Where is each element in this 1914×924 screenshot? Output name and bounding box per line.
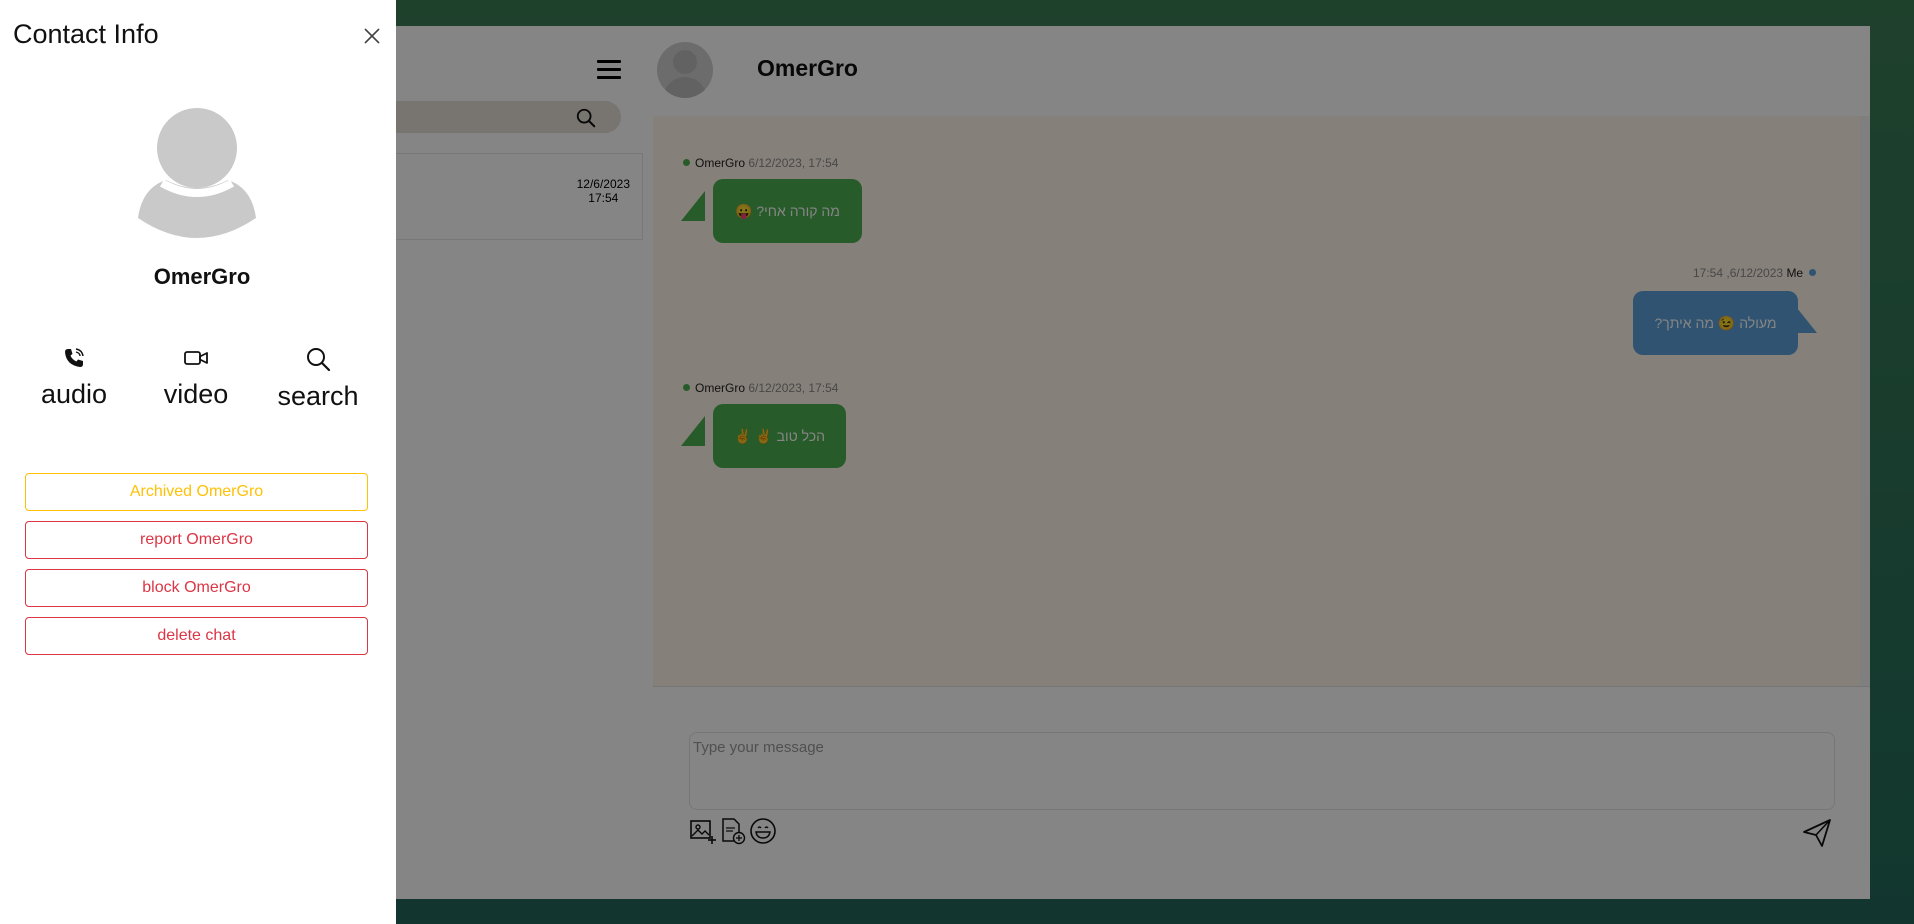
video-label: video	[163, 379, 229, 409]
archive-contact-button[interactable]: Archived OmerGro	[25, 473, 368, 511]
search-label: search	[277, 381, 359, 411]
search-icon	[307, 348, 331, 372]
report-contact-button[interactable]: report OmerGro	[25, 521, 368, 559]
audio-label: audio	[40, 379, 108, 409]
video-call-action[interactable]: video	[146, 346, 246, 410]
contact-name: OmerGro	[153, 264, 251, 289]
close-icon[interactable]	[360, 24, 384, 48]
delete-chat-button[interactable]: delete chat	[25, 617, 368, 655]
search-action[interactable]: search	[268, 346, 368, 412]
contact-avatar-large	[138, 108, 256, 238]
audio-call-action[interactable]: audio	[24, 346, 124, 410]
video-camera-icon	[184, 351, 208, 365]
contact-info-drawer: Contact Info OmerGro audio video search …	[0, 0, 396, 924]
block-contact-button[interactable]: block OmerGro	[25, 569, 368, 607]
phone-icon	[65, 348, 84, 367]
drawer-title: Contact Info	[13, 19, 159, 49]
